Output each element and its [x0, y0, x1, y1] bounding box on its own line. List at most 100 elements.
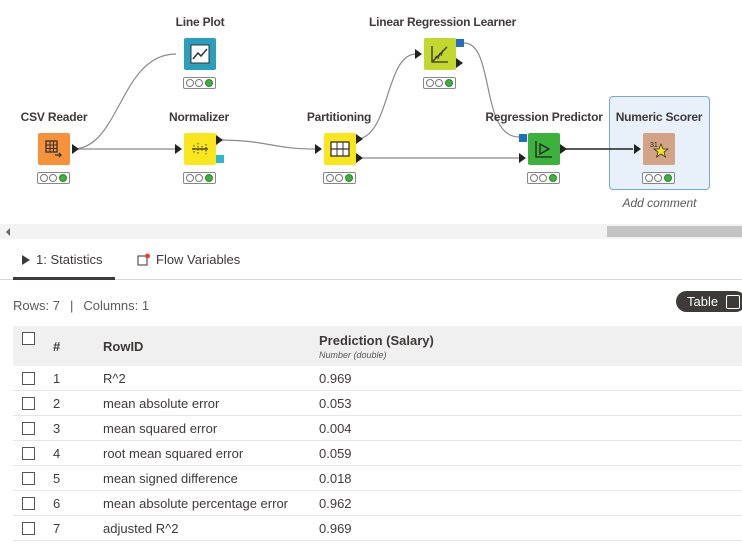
normalizer-icon	[192, 143, 208, 155]
input-port-partitioning[interactable]	[315, 144, 322, 154]
node-line-plot[interactable]	[184, 38, 216, 70]
connection-csv-to-lineplot	[72, 53, 177, 150]
status-lights-scorer	[642, 172, 675, 184]
table-row[interactable]: 6 mean absolute percentage error 0.962	[13, 491, 742, 516]
connection-partitioning-to-learner	[355, 53, 417, 140]
row-checkbox[interactable]	[22, 422, 35, 435]
row-value: 0.053	[319, 396, 352, 411]
row-index: 6	[53, 496, 61, 511]
header-index: #	[53, 338, 61, 354]
scrollbar-thumb[interactable]	[607, 226, 742, 237]
info-separator: |	[69, 298, 74, 313]
column-type: Number (double)	[319, 349, 387, 360]
input-port-learner[interactable]	[415, 49, 422, 59]
active-tab-indicator	[13, 277, 115, 280]
scorer-star-icon: 31	[650, 142, 669, 158]
output-port-normalizer-data[interactable]	[216, 135, 223, 145]
row-checkbox[interactable]	[22, 397, 35, 410]
row-value: 0.969	[319, 371, 352, 386]
node-normalizer[interactable]	[184, 133, 216, 165]
select-all-checkbox[interactable]	[22, 332, 35, 345]
table-header: # RowID Prediction (Salary) Number (doub…	[13, 326, 742, 366]
row-id: mean absolute error	[103, 396, 220, 411]
table-row[interactable]: 7 adjusted R^2 0.969	[13, 516, 742, 541]
output-port-csv-reader[interactable]	[72, 144, 79, 154]
output-port-tabs: 1: Statistics Flow Variables	[0, 240, 742, 280]
input-port-predictor-model[interactable]	[519, 134, 527, 142]
row-count: Rows: 7	[13, 298, 60, 313]
tab-flow-variables-label: Flow Variables	[156, 252, 241, 267]
table-row[interactable]: 5 mean signed difference 0.018	[13, 466, 742, 491]
table-view-toggle[interactable]: Table	[676, 291, 742, 312]
play-icon	[22, 254, 30, 265]
row-checkbox[interactable]	[22, 472, 35, 485]
row-value: 0.962	[319, 496, 352, 511]
row-index: 4	[53, 446, 61, 461]
tab-statistics[interactable]: 1: Statistics	[22, 252, 102, 267]
row-value: 0.018	[319, 471, 352, 486]
predictor-icon	[535, 141, 552, 158]
column-count: Columns: 1	[83, 298, 150, 313]
table-toggle-label: Table	[687, 294, 719, 309]
tab-flow-variables[interactable]: Flow Variables	[137, 252, 240, 267]
workflow-canvas[interactable]: Line Plot CSV Reader Normalizer Partitio…	[0, 0, 742, 224]
node-title-partitioning[interactable]: Partitioning	[269, 110, 409, 124]
add-comment-label[interactable]: Add comment	[609, 196, 710, 210]
input-port-predictor-data[interactable]	[519, 153, 526, 163]
node-csv-reader[interactable]	[38, 133, 70, 165]
node-partitioning[interactable]	[324, 133, 356, 165]
node-title-numeric-scorer[interactable]: Numeric Scorer	[589, 110, 729, 124]
table-reader-icon	[45, 140, 62, 158]
row-checkbox[interactable]	[22, 522, 35, 535]
output-port-partitioning-bottom[interactable]	[356, 153, 363, 163]
app-root: Line Plot CSV Reader Normalizer Partitio…	[0, 0, 742, 547]
row-value: 0.059	[319, 446, 352, 461]
row-value: 0.969	[319, 521, 352, 536]
node-title-linear-regression-learner[interactable]: Linear Regression Learner	[369, 15, 516, 29]
status-lights-normalizer	[183, 172, 216, 184]
header-prediction-salary[interactable]: Prediction (Salary) Number (double)	[319, 326, 434, 366]
row-index: 5	[53, 471, 61, 486]
row-id: adjusted R^2	[103, 521, 179, 536]
output-port-predictor[interactable]	[560, 144, 567, 154]
row-index: 1	[53, 371, 61, 386]
output-port-normalizer-model[interactable]	[216, 155, 224, 163]
row-index: 3	[53, 421, 61, 436]
tab-statistics-label: 1: Statistics	[36, 252, 103, 267]
status-lights-line-plot	[183, 77, 216, 89]
row-checkbox[interactable]	[22, 497, 35, 510]
input-port-normalizer[interactable]	[175, 144, 182, 154]
output-port-learner-data[interactable]	[456, 58, 463, 68]
node-title-csv-reader[interactable]: CSV Reader	[0, 110, 124, 124]
node-title-normalizer[interactable]: Normalizer	[129, 110, 269, 124]
table-row[interactable]: 1 R^2 0.969	[13, 366, 742, 391]
node-linear-regression-learner[interactable]	[424, 38, 456, 70]
canvas-horizontal-scrollbar[interactable]	[0, 224, 742, 239]
scroll-left-arrow-icon[interactable]	[6, 228, 10, 236]
status-lights-csv-reader	[37, 172, 70, 184]
table-row[interactable]: 3 mean squared error 0.004	[13, 416, 742, 441]
row-checkbox[interactable]	[22, 372, 35, 385]
row-index: 7	[53, 521, 61, 536]
status-lights-partitioning	[323, 172, 356, 184]
row-id: mean absolute percentage error	[103, 496, 289, 511]
status-lights-predictor	[527, 172, 560, 184]
row-id: root mean squared error	[103, 446, 244, 461]
output-port-partitioning-top[interactable]	[356, 134, 363, 144]
header-rowid[interactable]: RowID	[103, 326, 143, 366]
connection-normalizer-to-partitioning	[215, 139, 317, 150]
row-id: mean squared error	[103, 421, 218, 436]
node-title-line-plot[interactable]: Line Plot	[130, 15, 270, 29]
node-regression-predictor[interactable]	[528, 133, 560, 165]
input-port-scorer[interactable]	[634, 144, 641, 154]
row-index: 2	[53, 396, 61, 411]
table-row[interactable]: 4 root mean squared error 0.059	[13, 441, 742, 466]
row-checkbox[interactable]	[22, 447, 35, 460]
data-table: # RowID Prediction (Salary) Number (doub…	[13, 326, 742, 541]
output-port-learner-model[interactable]	[456, 39, 464, 47]
table-row[interactable]: 2 mean absolute error 0.053	[13, 391, 742, 416]
table-info-bar: Rows: 7 | Columns: 1	[13, 298, 149, 313]
flow-variable-icon	[137, 253, 150, 266]
node-numeric-scorer[interactable]: 31	[643, 133, 675, 165]
column-name: Prediction (Salary)	[319, 332, 434, 348]
